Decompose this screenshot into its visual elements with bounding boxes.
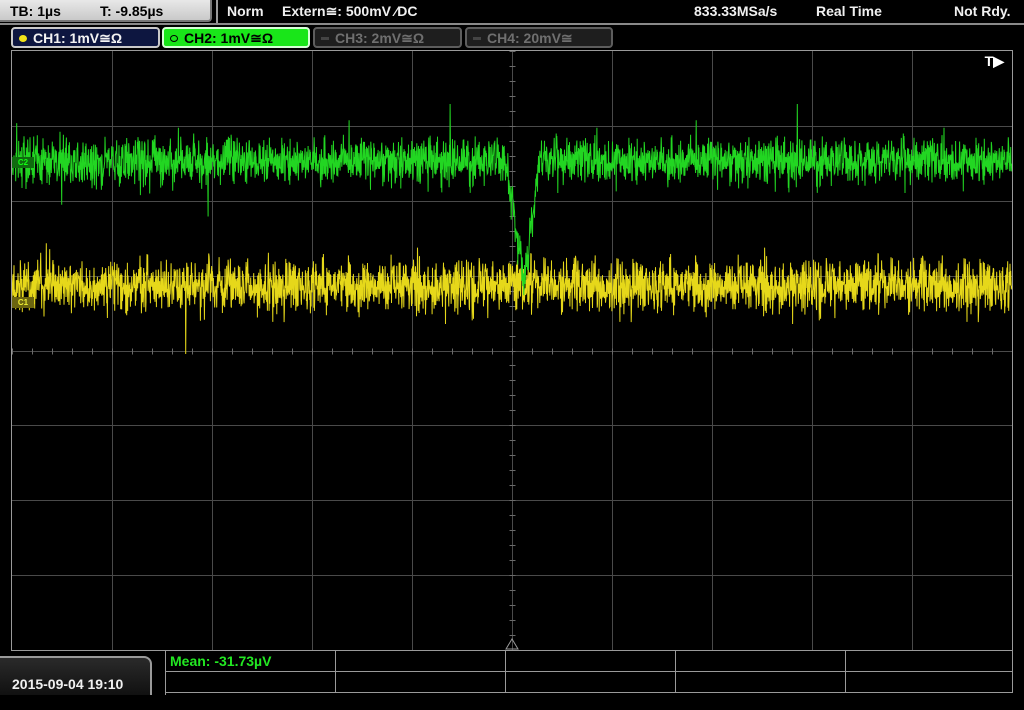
trigger-source[interactable]: Extern≅: 500mV ⁄DC [282,0,417,23]
trigger-mode[interactable]: Norm [227,0,264,23]
measurement-cell[interactable] [846,672,1013,693]
waveform-display[interactable]: T▶ C2 C1 [11,50,1013,651]
measurement-mean[interactable]: Mean: -31.73µV [166,651,336,672]
channel-2-indicator-icon [170,35,178,42]
channel-2-tab[interactable]: CH2: 1mV≅Ω [162,27,310,48]
channel-3-tab[interactable]: CH3: 2mV≅Ω [313,27,462,48]
channel-1-offset-marker[interactable]: C1 [12,297,34,308]
channel-4-tab[interactable]: CH4: 20mV≅ [465,27,613,48]
datetime-display: 2015-09-04 19:10 [0,656,152,695]
channel-4-indicator-icon [473,37,481,40]
trigger-marker[interactable]: T▶ [985,53,1004,70]
acquisition-state: Not Rdy. [954,3,1011,19]
timebase-box[interactable]: TB: 1µs T: -9.85µs [0,0,212,22]
channel-3-label: CH3: 2mV≅Ω [335,30,425,46]
channel-4-label: CH4: 20mV≅ [487,30,573,46]
measurement-cell[interactable] [506,672,676,693]
channel-2-label: CH2: 1mV≅Ω [184,30,274,46]
measurement-cell[interactable] [676,651,846,672]
measurement-cell[interactable] [506,651,676,672]
trigger-time-label: T: -9.85µs [100,3,164,19]
timebase-label: TB: 1µs [10,3,61,19]
measurement-cell[interactable] [336,672,506,693]
measurement-cell[interactable] [846,651,1013,672]
channel-1-indicator-icon [19,35,27,42]
measurement-cell[interactable] [676,672,846,693]
acquisition-mode: Real Time [816,3,882,19]
channel-1-tab[interactable]: CH1: 1mV≅Ω [11,27,160,48]
status-bar: Norm Extern≅: 500mV ⁄DC 833.33MSa/s Real… [216,0,1024,23]
channel-1-label: CH1: 1mV≅Ω [33,30,123,46]
measurement-cell[interactable] [336,651,506,672]
waveform-grid [12,51,1012,650]
measurement-cell[interactable] [166,672,336,693]
measurement-table: Mean: -31.73µV [165,651,1013,695]
header-divider [0,23,1024,25]
sample-rate: 833.33MSa/s [694,3,778,19]
channel-3-indicator-icon [321,37,329,40]
channel-2-offset-marker[interactable]: C2 [12,157,34,168]
